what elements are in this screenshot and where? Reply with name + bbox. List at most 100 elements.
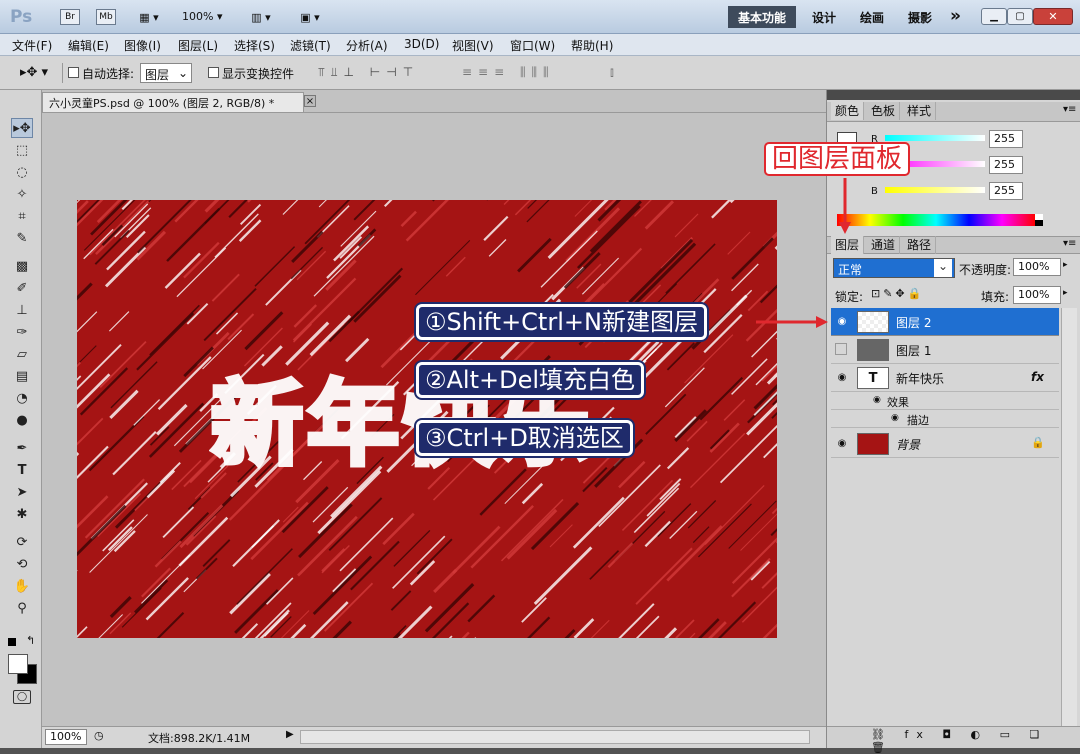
- shape-tool-icon[interactable]: ✱: [11, 504, 33, 524]
- tab-swatches[interactable]: 色板: [867, 102, 900, 120]
- layers-panel-menu-icon[interactable]: ▾≡: [1063, 238, 1076, 249]
- tab-layers[interactable]: 图层: [831, 236, 864, 254]
- path-select-tool-icon[interactable]: ➤: [11, 482, 33, 502]
- move-tool-preset-icon[interactable]: ▸✥ ▾: [20, 65, 48, 80]
- layer-row-background[interactable]: ◉ 背景 🔒: [831, 430, 1059, 458]
- visibility-eye-icon[interactable]: ◉: [835, 437, 849, 451]
- zoom-level-dropdown[interactable]: 100% ▾: [182, 10, 222, 23]
- panel-menu-icon[interactable]: ▾≡: [1063, 104, 1076, 115]
- show-transform-checkbox[interactable]: [208, 67, 219, 78]
- dodge-tool-icon[interactable]: ●: [11, 410, 33, 430]
- layers-footer-icons[interactable]: ⛓ fx ◘ ◐ ▭ ❏ 🗑: [871, 728, 1080, 754]
- menu-filter[interactable]: 滤镜(T): [290, 37, 331, 54]
- slider-r[interactable]: [885, 135, 985, 141]
- marquee-tool-icon[interactable]: ⬚: [11, 140, 33, 160]
- workspace-painting-button[interactable]: 绘画: [860, 9, 884, 26]
- visibility-eye-icon[interactable]: ◉: [835, 315, 849, 329]
- bridge-button[interactable]: Br: [60, 9, 80, 25]
- auto-select-dropdown[interactable]: 图层⌄: [140, 63, 192, 83]
- opacity-arrow[interactable]: ▸: [1063, 260, 1068, 270]
- screen-mode-button[interactable]: ▣ ▾: [292, 9, 328, 25]
- status-menu-arrow[interactable]: ▶: [286, 729, 294, 740]
- status-zoom-field[interactable]: 100%: [45, 729, 87, 745]
- distribute-buttons[interactable]: ≡≡≡ ⫼⫼⫼: [462, 65, 555, 80]
- spectrum-white-black[interactable]: [1035, 214, 1043, 226]
- mini-bridge-button[interactable]: Mb: [96, 9, 116, 25]
- tab-color[interactable]: 颜色: [831, 102, 864, 120]
- horizontal-scrollbar[interactable]: [300, 730, 810, 744]
- menu-analysis[interactable]: 分析(A): [346, 37, 388, 54]
- workspace-design-button[interactable]: 设计: [812, 9, 836, 26]
- tab-channels[interactable]: 通道: [867, 236, 900, 254]
- zoom-tool-icon[interactable]: ⚲: [11, 598, 33, 618]
- effects-eye-icon[interactable]: ◉: [873, 395, 881, 405]
- menu-window[interactable]: 窗口(W): [510, 37, 555, 54]
- hand-tool-icon[interactable]: ✋: [11, 576, 33, 596]
- layer-row-layer2[interactable]: ◉ 图层 2: [831, 308, 1059, 336]
- swap-colors-icon[interactable]: ↰: [26, 634, 35, 647]
- default-colors-icon[interactable]: [8, 638, 16, 646]
- auto-select-checkbox[interactable]: [68, 67, 79, 78]
- workspace-photography-button[interactable]: 摄影: [908, 9, 932, 26]
- close-document-button[interactable]: ×: [304, 95, 316, 107]
- fill-field[interactable]: 100%: [1013, 286, 1061, 304]
- foreground-color-swatch[interactable]: [8, 654, 28, 674]
- align-buttons[interactable]: ⫪⫫⊥ ⊢⊣⊤: [318, 65, 419, 80]
- color-spectrum-bar[interactable]: [837, 214, 1035, 226]
- arrange-documents-button[interactable]: ▥ ▾: [243, 9, 279, 25]
- 3d-rotate-tool-icon[interactable]: ⟳: [11, 532, 33, 552]
- menu-layer[interactable]: 图层(L): [178, 37, 218, 54]
- more-workspaces-button[interactable]: »: [950, 6, 961, 26]
- opacity-field[interactable]: 100%: [1013, 258, 1061, 276]
- 3d-orbit-tool-icon[interactable]: ⟲: [11, 554, 33, 574]
- menu-image[interactable]: 图像(I): [124, 37, 161, 54]
- eyedropper-tool-icon[interactable]: ✎: [11, 228, 33, 248]
- quick-select-tool-icon[interactable]: ✧: [11, 184, 33, 204]
- brush-tool-icon[interactable]: ✐: [11, 278, 33, 298]
- menu-select[interactable]: 选择(S): [234, 37, 275, 54]
- gradient-tool-icon[interactable]: ▤: [11, 366, 33, 386]
- minimize-button[interactable]: ▁: [981, 8, 1007, 25]
- maximize-button[interactable]: ▢: [1007, 8, 1033, 25]
- type-tool-icon[interactable]: T: [11, 460, 33, 480]
- auto-align-button[interactable]: ⫾: [610, 65, 614, 80]
- menu-view[interactable]: 视图(V): [452, 37, 494, 54]
- stroke-eye-icon[interactable]: ◉: [891, 413, 899, 423]
- history-brush-tool-icon[interactable]: ✑: [11, 322, 33, 342]
- eraser-tool-icon[interactable]: ▱: [11, 344, 33, 364]
- tab-styles[interactable]: 样式: [903, 102, 936, 120]
- document-tab[interactable]: 六小灵童PS.psd @ 100% (图层 2, RGB/8) *: [42, 92, 304, 112]
- visibility-eye-icon[interactable]: ◉: [835, 371, 849, 385]
- move-tool-icon[interactable]: ▸✥: [11, 118, 33, 138]
- channel-g-value[interactable]: 255: [989, 156, 1023, 174]
- canvas[interactable]: 新年快乐: [77, 200, 777, 638]
- tab-paths[interactable]: 路径: [903, 236, 936, 254]
- workspace-essentials-button[interactable]: 基本功能: [728, 6, 796, 28]
- effects-row[interactable]: ◉ 效果: [831, 392, 1059, 410]
- view-extras-button[interactable]: ▦ ▾: [132, 9, 166, 25]
- healing-brush-tool-icon[interactable]: ▩: [11, 256, 33, 276]
- blur-tool-icon[interactable]: ◔: [11, 388, 33, 408]
- layer-row-layer1[interactable]: 图层 1: [831, 336, 1059, 364]
- channel-r-value[interactable]: 255: [989, 130, 1023, 148]
- menu-edit[interactable]: 编辑(E): [68, 37, 109, 54]
- blend-mode-dropdown[interactable]: 正常⌄: [833, 258, 955, 278]
- fill-arrow[interactable]: ▸: [1063, 288, 1068, 298]
- quick-mask-button[interactable]: ◯: [13, 690, 31, 704]
- panel-collapse-strip[interactable]: [827, 90, 1080, 100]
- layer-row-text[interactable]: ◉ T 新年快乐 fx: [831, 364, 1059, 392]
- lock-icons[interactable]: ⊡✎✥🔒: [871, 287, 924, 300]
- pen-tool-icon[interactable]: ✒: [11, 438, 33, 458]
- close-window-button[interactable]: ✕: [1033, 8, 1073, 25]
- clone-stamp-tool-icon[interactable]: ⊥: [11, 300, 33, 320]
- crop-tool-icon[interactable]: ⌗: [11, 206, 33, 226]
- menu-file[interactable]: 文件(F): [12, 37, 52, 54]
- visibility-off-box[interactable]: [835, 343, 847, 355]
- lasso-tool-icon[interactable]: ◌: [11, 162, 33, 182]
- menu-3d[interactable]: 3D(D): [404, 37, 439, 51]
- fx-icon[interactable]: fx: [1031, 370, 1044, 384]
- status-options-icon[interactable]: ◷: [94, 729, 104, 742]
- slider-b[interactable]: [885, 187, 985, 193]
- channel-b-value[interactable]: 255: [989, 182, 1023, 200]
- stroke-effect-row[interactable]: ◉ 描边: [831, 410, 1059, 428]
